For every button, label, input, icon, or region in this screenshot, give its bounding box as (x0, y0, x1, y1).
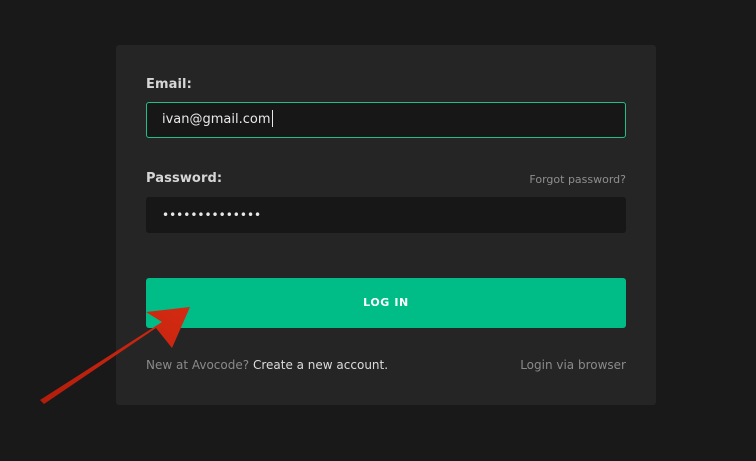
email-label: Email: (146, 77, 192, 92)
password-value: •••••••••••••• (162, 208, 262, 222)
create-account-link[interactable]: Create a new account. (253, 358, 388, 372)
login-via-browser-link[interactable]: Login via browser (520, 358, 626, 372)
text-caret (271, 110, 273, 127)
forgot-password-link[interactable]: Forgot password? (529, 173, 626, 186)
login-button[interactable]: LOG IN (146, 278, 626, 328)
login-screen: Email: ivan@gmail.com Password: Forgot p… (0, 0, 756, 461)
signup-prompt: New at Avocode? Create a new account. (146, 358, 388, 372)
new-user-text: New at Avocode? (146, 358, 250, 372)
password-label: Password: (146, 171, 223, 186)
login-card: Email: ivan@gmail.com Password: Forgot p… (116, 45, 656, 405)
email-value: ivan@gmail.com (162, 112, 271, 127)
email-field[interactable]: ivan@gmail.com (146, 102, 626, 138)
password-field[interactable]: •••••••••••••• (146, 197, 626, 233)
